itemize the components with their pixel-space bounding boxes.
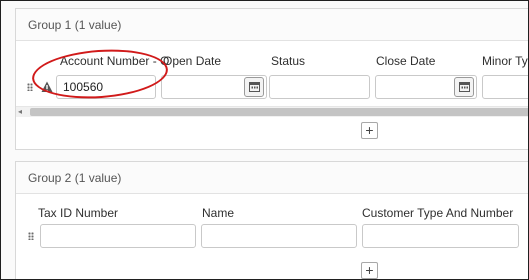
group1-panel: Group 1 (1 value) Account Number - O Ope… (15, 8, 528, 150)
group1-add-button[interactable]: + (361, 122, 378, 139)
minor-type-input[interactable] (482, 75, 528, 99)
drag-handle-icon[interactable] (27, 83, 33, 91)
scrollbar-thumb[interactable] (30, 108, 528, 116)
group2-add-button[interactable]: + (361, 262, 378, 279)
tax-id-input[interactable] (40, 224, 196, 248)
account-number-input[interactable] (56, 75, 156, 99)
group1-header: Group 1 (1 value) (16, 9, 528, 41)
close-date-calendar-button[interactable] (454, 77, 474, 97)
customer-type-input[interactable] (362, 224, 519, 248)
col-open-date: Open Date (163, 54, 222, 68)
col-minor-type: Minor Typ (482, 54, 528, 68)
group1-title: Group 1 (1 value) (28, 18, 122, 32)
drag-handle-icon[interactable] (28, 232, 34, 240)
horizontal-scrollbar[interactable]: ◂ (16, 106, 528, 117)
name-input[interactable] (201, 224, 357, 248)
col-tax-id: Tax ID Number (38, 206, 119, 220)
col-name: Name (202, 206, 235, 220)
screen-frame: Group 1 (1 value) Account Number - O Ope… (0, 0, 529, 280)
group2-title: Group 2 (1 value) (28, 171, 122, 185)
group2-panel: Group 2 (1 value) Tax ID Number Name Cus… (15, 161, 528, 279)
status-input[interactable] (269, 75, 370, 99)
open-date-calendar-button[interactable] (244, 77, 264, 97)
scroll-left-icon[interactable]: ◂ (18, 107, 22, 117)
col-close-date: Close Date (376, 54, 436, 68)
col-status: Status (271, 54, 306, 68)
warning-icon (41, 81, 53, 92)
col-account-number: Account Number - O (60, 54, 170, 68)
calendar-icon (248, 82, 260, 92)
col-customer-type: Customer Type And Number (362, 206, 514, 220)
calendar-icon (458, 82, 470, 92)
group2-header: Group 2 (1 value) (16, 162, 528, 194)
